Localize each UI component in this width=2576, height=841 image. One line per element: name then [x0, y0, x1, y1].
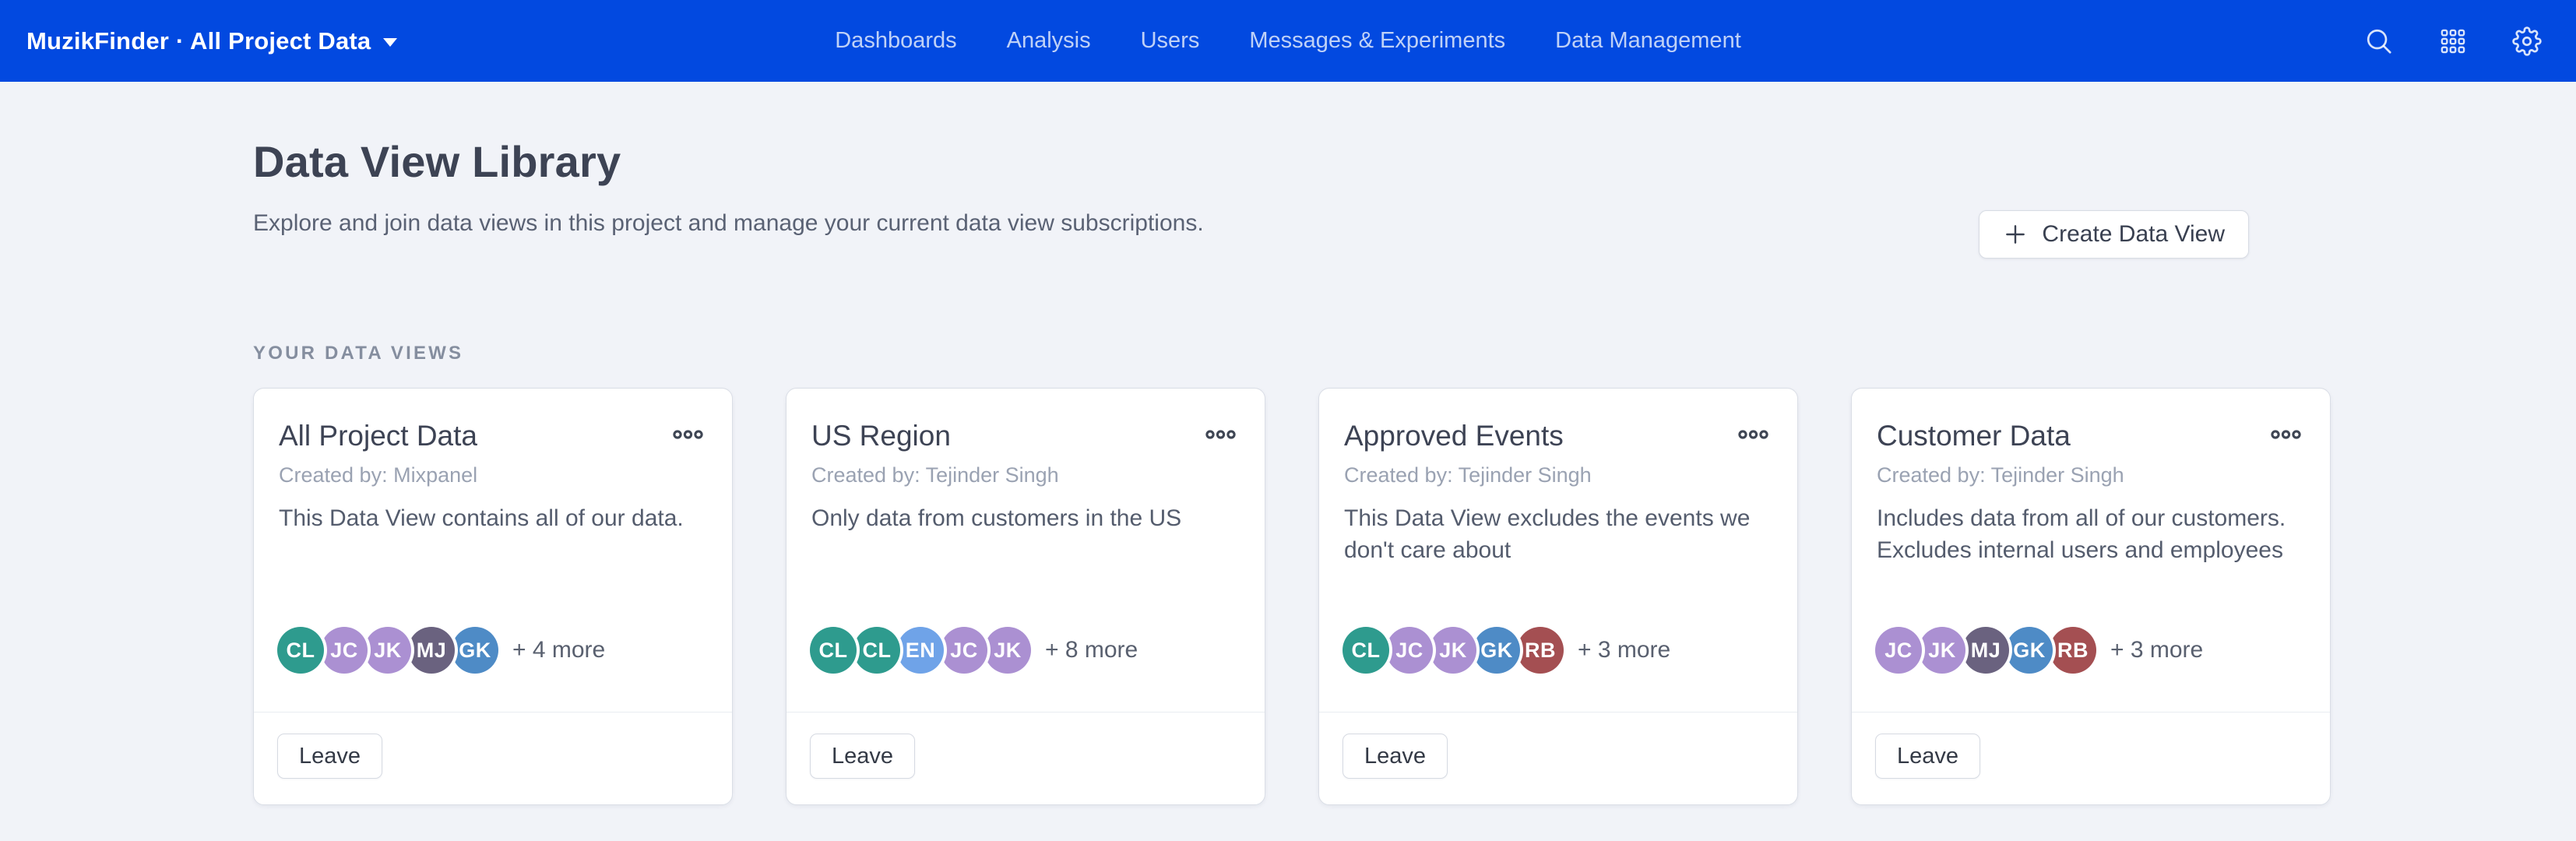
data-view-card: US Region Created by: Tejinder Singh Onl…	[786, 388, 1265, 805]
avatar: CL	[277, 627, 324, 674]
avatar: JC	[1386, 627, 1433, 674]
leave-button[interactable]: Leave	[277, 734, 382, 779]
avatar: EN	[897, 627, 944, 674]
avatar: JC	[941, 627, 987, 674]
card-created-by: Created by: Tejinder Singh	[811, 463, 1059, 487]
avatar: RB	[1517, 627, 1564, 674]
page-subtitle: Explore and join data views in this proj…	[253, 210, 1204, 237]
apps-grid-icon[interactable]	[2439, 27, 2467, 55]
card-title: Customer Data	[1877, 420, 2071, 452]
card-title: Approved Events	[1344, 420, 1564, 452]
nav-item-messages-experiments[interactable]: Messages & Experiments	[1249, 28, 1505, 54]
avatar: JK	[1430, 627, 1476, 674]
project-switcher[interactable]: MuzikFinder · All Project Data	[26, 27, 397, 55]
data-view-card: Customer Data Created by: Tejinder Singh…	[1851, 388, 2331, 805]
avatar: MJ	[408, 627, 455, 674]
leave-button[interactable]: Leave	[1343, 734, 1448, 779]
nav-item-analysis[interactable]: Analysis	[1007, 28, 1091, 54]
avatar: JK	[364, 627, 411, 674]
card-divider	[1319, 712, 1797, 713]
plus-icon	[2003, 222, 2028, 247]
more-members-label: + 3 more	[1578, 637, 1670, 663]
card-created-by: Created by: Tejinder Singh	[1877, 463, 2124, 487]
page-title: Data View Library	[253, 136, 621, 187]
overflow-menu-icon[interactable]	[673, 429, 704, 444]
create-data-view-button[interactable]: Create Data View	[1979, 210, 2249, 259]
card-created-by: Created by: Mixpanel	[279, 463, 477, 487]
leave-button[interactable]: Leave	[1875, 734, 1980, 779]
card-divider	[787, 712, 1265, 713]
card-title: US Region	[811, 420, 951, 452]
card-description: Includes data from all of our customers.…	[1877, 502, 2307, 566]
card-title: All Project Data	[279, 420, 477, 452]
nav-links: Dashboards Analysis Users Messages & Experi…	[835, 28, 1741, 54]
avatar: CL	[810, 627, 857, 674]
card-divider	[1852, 712, 2330, 713]
data-view-card-list: All Project Data Created by: Mixpanel Th…	[253, 388, 2331, 805]
leave-button[interactable]: Leave	[810, 734, 915, 779]
settings-gear-icon[interactable]	[2512, 26, 2542, 56]
avatar: JK	[1919, 627, 1965, 674]
avatar: JK	[984, 627, 1031, 674]
more-members-label: + 4 more	[512, 637, 605, 663]
overflow-menu-icon[interactable]	[1738, 429, 1769, 444]
search-icon[interactable]	[2364, 26, 2394, 56]
nav-item-users[interactable]: Users	[1141, 28, 1200, 54]
avatar: GK	[1473, 627, 1520, 674]
avatar: CL	[1343, 627, 1389, 674]
chevron-down-icon	[383, 38, 397, 47]
project-switcher-label: MuzikFinder · All Project Data	[26, 27, 371, 55]
more-members-label: + 3 more	[2110, 637, 2203, 663]
member-avatar-row: CLJCJKMJGK + 4 more	[277, 627, 605, 674]
overflow-menu-icon[interactable]	[1205, 429, 1237, 444]
member-avatar-row: CLCLENJCJK+ 8 more	[810, 627, 1138, 674]
more-members-label: + 8 more	[1045, 637, 1138, 663]
nav-icons	[2364, 26, 2542, 56]
avatar: JC	[321, 627, 368, 674]
card-divider	[254, 712, 732, 713]
avatar: CL	[853, 627, 900, 674]
create-data-view-label: Create Data View	[2042, 221, 2225, 248]
top-navbar: MuzikFinder · All Project Data Dashboard…	[0, 0, 2576, 82]
card-description: This Data View excludes the events we do…	[1344, 502, 1774, 566]
avatar: RB	[2050, 627, 2096, 674]
avatar: GK	[2006, 627, 2053, 674]
card-description: Only data from customers in the US	[811, 502, 1241, 534]
nav-item-data-management[interactable]: Data Management	[1555, 28, 1741, 54]
nav-item-dashboards[interactable]: Dashboards	[835, 28, 956, 54]
avatar: JC	[1875, 627, 1922, 674]
section-label-your-data-views: YOUR DATA VIEWS	[253, 343, 463, 364]
avatar: MJ	[1962, 627, 2009, 674]
data-view-card: Approved Events Created by: Tejinder Sin…	[1318, 388, 1798, 805]
avatar: GK	[452, 627, 498, 674]
member-avatar-row: CLJCJKGKRB + 3 more	[1343, 627, 1670, 674]
card-created-by: Created by: Tejinder Singh	[1344, 463, 1592, 487]
card-description: This Data View contains all of our data.	[279, 502, 709, 534]
overflow-menu-icon[interactable]	[2271, 429, 2302, 444]
member-avatar-row: JCJKMJGKRB + 3 more	[1875, 627, 2203, 674]
data-view-card: All Project Data Created by: Mixpanel Th…	[253, 388, 733, 805]
